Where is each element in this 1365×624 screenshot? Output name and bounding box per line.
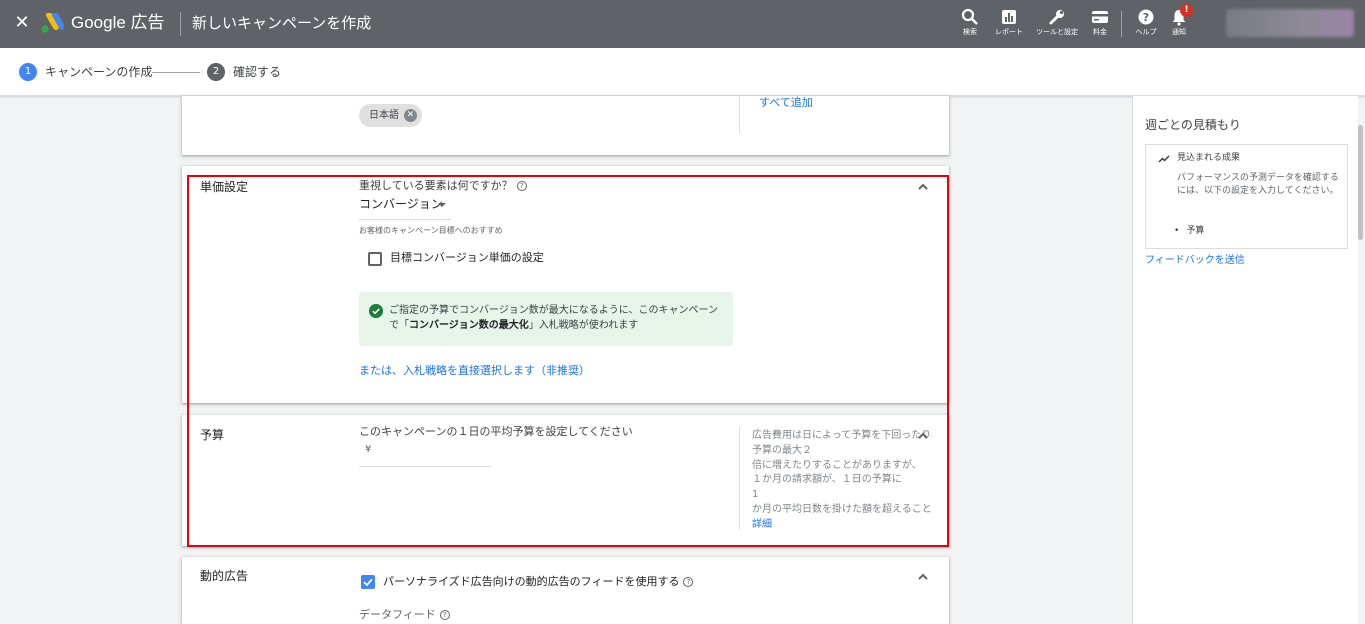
language-divider [739, 96, 740, 133]
tools-button[interactable]: ツールと設定 [1035, 8, 1079, 48]
data-feed-text: データフィード [359, 608, 436, 621]
search-label: 検索 [963, 28, 977, 36]
notifications-label: 通知 [1172, 28, 1186, 36]
product-name[interactable]: Google 広告 [71, 12, 165, 34]
header-divider [180, 12, 181, 36]
dynamic-ads-card [182, 557, 949, 624]
scrollbar-thumb[interactable] [1358, 125, 1363, 240]
estimates-bullet: 予算 [1174, 225, 1204, 237]
toolbar-divider [1121, 11, 1122, 37]
reports-button[interactable]: レポート [987, 8, 1031, 48]
account-avatar[interactable] [1226, 9, 1354, 37]
dynamic-feed-label[interactable]: パーソナライズド広告向けの動的広告のフィードを使用する? [383, 575, 694, 589]
highlight-frame [187, 175, 949, 547]
step-connector [152, 72, 200, 73]
billing-label: 料金 [1093, 28, 1107, 36]
stepper-bar: 1 キャンペーンの作成 2 確認する [0, 48, 1365, 96]
help-circle-icon[interactable]: ? [439, 610, 450, 620]
page-title: 新しいキャンペーンを作成 [192, 14, 372, 32]
dynamic-feed-checkbox[interactable] [361, 575, 375, 589]
reports-label: レポート [995, 28, 1023, 36]
help-circle-icon[interactable]: ? [683, 577, 694, 587]
add-all-link[interactable]: すべて追加 [759, 96, 813, 110]
tools-label: ツールと設定 [1036, 28, 1078, 36]
billing-button[interactable]: 料金 [1078, 8, 1122, 48]
send-feedback-link[interactable]: フィードバックを送信 [1145, 254, 1245, 268]
step-1-number: 1 [19, 63, 37, 81]
remove-chip-icon[interactable]: ✕ [404, 109, 417, 122]
chevron-up-icon[interactable] [916, 570, 930, 584]
billing-icon [1092, 11, 1108, 23]
data-feed-label: データフィード? [359, 608, 450, 622]
step-1-label[interactable]: キャンペーンの作成 [45, 64, 152, 80]
search-button[interactable]: 検索 [948, 8, 992, 48]
close-icon[interactable]: ✕ [12, 12, 32, 34]
report-icon [1002, 10, 1016, 24]
language-chip[interactable]: 日本語 ✕ [359, 104, 422, 127]
estimates-title: 週ごとの見積もり [1145, 118, 1241, 132]
expected-results-heading: 見込まれる成果 [1177, 153, 1241, 163]
trending-up-icon [1158, 155, 1170, 163]
search-icon [961, 8, 978, 25]
language-card [182, 96, 949, 155]
wrench-icon [1049, 10, 1064, 25]
step-2-number: 2 [207, 63, 225, 81]
estimates-body: パフォーマンスの予測データを確認するには、以下の設定を入力してください。 [1177, 173, 1339, 196]
help-icon: ? [1138, 9, 1154, 25]
svg-text:?: ? [1143, 11, 1149, 24]
google-ads-logo [41, 13, 64, 33]
dynamic-feed-text: パーソナライズド広告向けの動的広告のフィードを使用する [383, 575, 680, 588]
language-chip-label: 日本語 [369, 110, 399, 121]
notifications-button[interactable]: 通知 [1157, 8, 1201, 48]
notification-badge: ! [1180, 4, 1193, 17]
step-2-label[interactable]: 確認する [233, 64, 281, 80]
dynamic-ads-title: 動的広告 [200, 569, 249, 583]
top-app-bar: ✕ Google 広告 新しいキャンペーンを作成 検索 レポート ツールと設定 … [0, 0, 1365, 48]
